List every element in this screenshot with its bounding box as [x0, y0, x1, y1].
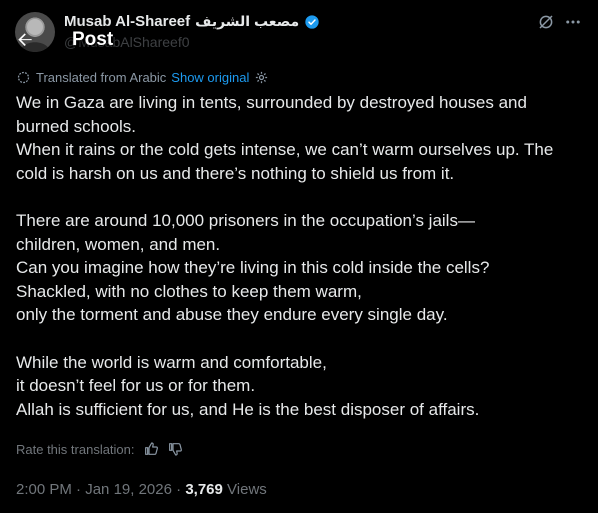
post-date[interactable]: Jan 19, 2026 — [85, 481, 172, 498]
verified-badge-icon — [305, 14, 319, 29]
back-button[interactable] — [12, 27, 38, 53]
author-name-row[interactable]: Musab Al-Shareef مصعب الشريف — [64, 13, 320, 30]
grok-icon[interactable] — [537, 13, 555, 31]
views-label: Views — [227, 481, 267, 498]
post-line: We in Gaza are living in tents, surround… — [16, 93, 527, 112]
meta-separator: · — [76, 481, 82, 498]
rate-label: Rate this translation: — [16, 441, 135, 457]
back-arrow-icon — [18, 33, 32, 46]
views-count[interactable]: 3,769 — [185, 481, 223, 498]
post-line: only the torment and abuse they endure e… — [16, 305, 448, 325]
post-line: When it rains or the cold gets intense, … — [16, 140, 554, 160]
post-line: Allah is sufficient for us, and He is th… — [16, 399, 480, 419]
arabic-name[interactable]: مصعب الشريف — [195, 13, 299, 30]
post-line: burned schools. — [16, 116, 137, 136]
settings-icon[interactable] — [254, 70, 269, 85]
post-line: Shackled, with no clothes to keep them w… — [16, 281, 362, 301]
post-header: Musab Al-Shareef مصعب الشريف @MusabAlSha… — [0, 0, 598, 62]
display-name[interactable]: Musab Al-Shareef — [64, 13, 190, 30]
translation-bar: Translated from Arabic Show original — [16, 70, 269, 85]
post-body: We in Gaza are living in tents, surround… — [16, 91, 582, 421]
post-line: While the world is warm and comfortable, — [16, 352, 327, 372]
translate-icon — [17, 71, 30, 84]
meta-separator: · — [176, 481, 182, 498]
thumbs-up-icon[interactable] — [143, 441, 159, 457]
post-line: it doesn’t feel for us or for them. — [16, 376, 256, 396]
thumbs-down-icon[interactable] — [167, 441, 183, 457]
page-title: Post — [72, 29, 114, 50]
post-meta: 2:00 PM · Jan 19, 2026 · 3,769 Views — [16, 481, 267, 498]
more-icon[interactable] — [562, 11, 584, 33]
show-original-link[interactable]: Show original — [171, 70, 249, 85]
post-line: There are around 10,000 prisoners in the… — [16, 210, 475, 230]
post-line: cold is harsh on us and there’s nothing … — [16, 163, 455, 183]
rate-translation: Rate this translation: — [16, 441, 183, 457]
post-line: Can you imagine how they’re living in th… — [16, 258, 490, 278]
post-line: children, women, and men. — [16, 234, 221, 254]
post-time[interactable]: 2:00 PM — [16, 481, 72, 498]
translation-label: Translated from Arabic — [36, 70, 167, 85]
